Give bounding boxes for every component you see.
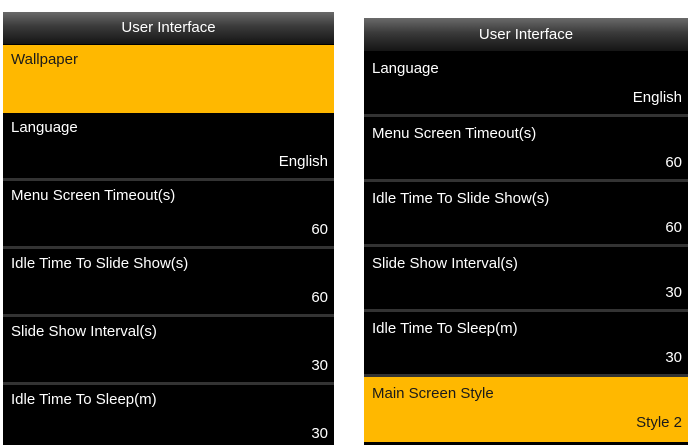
menu-item-label: Slide Show Interval(s) (11, 323, 157, 340)
device-screen-left: User Interface Wallpaper Language Englis… (3, 12, 334, 445)
menu-item-label: Idle Time To Sleep(m) (372, 320, 518, 337)
menu-item-value: 60 (665, 219, 682, 236)
menu-item-menu-screen-timeout[interactable]: Menu Screen Timeout(s) 60 (364, 117, 688, 182)
screen-title: User Interface (364, 18, 688, 52)
menu-item-value: Style 2 (636, 414, 682, 431)
menu-item-slide-show-interval[interactable]: Slide Show Interval(s) 30 (364, 247, 688, 312)
menu-item-wallpaper[interactable]: Wallpaper (3, 45, 334, 113)
menu-item-value: 30 (665, 349, 682, 366)
menu-item-idle-time-to-sleep[interactable]: Idle Time To Sleep(m) 30 (3, 385, 334, 445)
menu-item-main-screen-style[interactable]: Main Screen Style Style 2 (364, 377, 688, 442)
menu-item-idle-time-to-sleep[interactable]: Idle Time To Sleep(m) 30 (364, 312, 688, 377)
menu-item-label: Language (11, 119, 78, 136)
menu-item-value: 30 (665, 284, 682, 301)
menu-item-slide-show-interval[interactable]: Slide Show Interval(s) 30 (3, 317, 334, 385)
menu-item-label: Language (372, 60, 439, 77)
menu-item-idle-time-to-slide-show[interactable]: Idle Time To Slide Show(s) 60 (364, 182, 688, 247)
menu-item-value: 60 (311, 221, 328, 238)
menu-item-label: Wallpaper (11, 51, 78, 68)
menu-item-label: Menu Screen Timeout(s) (372, 125, 537, 142)
menu-item-value: 60 (311, 289, 328, 306)
menu-item-value: English (278, 153, 328, 170)
menu-item-label: Menu Screen Timeout(s) (11, 187, 176, 204)
menu-item-label: Idle Time To Slide Show(s) (372, 190, 550, 207)
menu-item-label: Idle Time To Slide Show(s) (11, 255, 189, 272)
menu-item-value: 60 (665, 154, 682, 171)
menu-item-menu-screen-timeout[interactable]: Menu Screen Timeout(s) 60 (3, 181, 334, 249)
menu-item-label: Main Screen Style (372, 385, 494, 402)
menu-item-idle-time-to-slide-show[interactable]: Idle Time To Slide Show(s) 60 (3, 249, 334, 317)
menu-item-language[interactable]: Language English (364, 52, 688, 117)
menu-item-value: 30 (311, 425, 328, 442)
screen-title: User Interface (3, 12, 334, 45)
menu-item-label: Idle Time To Sleep(m) (11, 391, 157, 408)
menu-item-language[interactable]: Language English (3, 113, 334, 181)
device-screen-right: User Interface Language English Menu Scr… (364, 18, 688, 445)
menu-item-value: 30 (311, 357, 328, 374)
menu-item-label: Slide Show Interval(s) (372, 255, 518, 272)
menu-item-value: English (632, 89, 682, 106)
